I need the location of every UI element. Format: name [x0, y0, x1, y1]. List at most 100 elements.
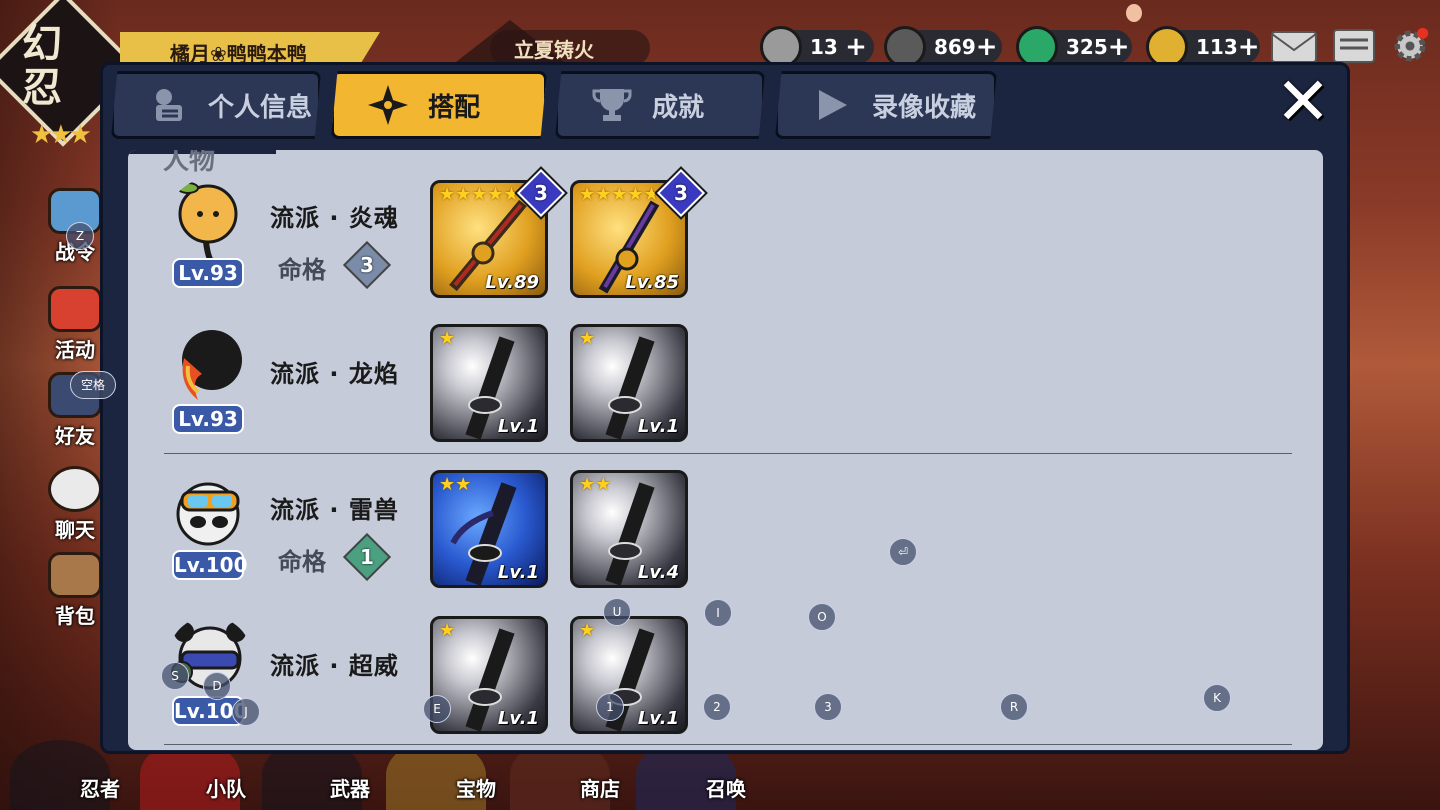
character-level-badge: Lv.93	[172, 404, 244, 434]
trophy-icon	[592, 85, 632, 125]
side-nav-label: 好友	[55, 424, 95, 448]
weapon-level: Lv.89	[485, 272, 539, 293]
destiny-rank-badge[interactable]: 3	[342, 240, 392, 290]
tab-label: 成就	[652, 92, 705, 123]
currency-value: 113	[1196, 35, 1238, 59]
key-hint-u[interactable]: U	[603, 598, 631, 626]
tab-profile[interactable]: 个人信息	[111, 71, 321, 139]
weapon-level: Lv.4	[637, 562, 679, 583]
key-hint-3[interactable]: 3	[814, 693, 842, 721]
weapon-slot[interactable]: ★ Lv.1	[570, 616, 688, 734]
play-icon	[812, 85, 852, 125]
tab-replays[interactable]: 录像收藏	[775, 71, 997, 139]
character-school: 流派 · 龙焰	[270, 360, 399, 388]
key-hint-r[interactable]: R	[1000, 693, 1028, 721]
game-logo-text: 幻忍	[22, 20, 62, 111]
weapon-level: Lv.1	[637, 708, 679, 729]
tab-label: 个人信息	[208, 92, 313, 123]
weapon-rank-value: 3	[674, 180, 688, 205]
mail-icon[interactable]	[1270, 26, 1318, 66]
tab-achievements[interactable]: 成就	[555, 71, 765, 139]
weapon-slot[interactable]: ★ Lv.1	[570, 324, 688, 442]
add-jade-button[interactable]: +	[1108, 34, 1130, 60]
destiny-label: 命格	[278, 548, 326, 576]
row-divider	[164, 453, 1292, 454]
weapon-level: Lv.85	[625, 272, 679, 293]
bag-icon	[48, 552, 102, 598]
character-level-badge: Lv.93	[172, 258, 244, 288]
currency-scroll: 13 +	[760, 26, 874, 68]
weapon-rank-value: 3	[534, 180, 548, 205]
weapon-level: Lv.1	[497, 562, 539, 583]
add-scroll-button[interactable]: +	[844, 34, 868, 60]
panda-goggles-avatar[interactable]	[168, 470, 252, 554]
currency-gold-key: 113 +	[1146, 26, 1260, 68]
currency-jade: 325 +	[1016, 26, 1132, 68]
row-divider	[164, 744, 1292, 745]
add-coin-button[interactable]: +	[976, 34, 998, 60]
side-nav-chat[interactable]: 聊天	[46, 466, 104, 543]
destiny-rank-value: 3	[360, 252, 374, 277]
key-hint-2[interactable]: 2	[703, 693, 731, 721]
bottom-nav-squad[interactable]: 小队	[206, 773, 246, 802]
side-nav-label: 背包	[55, 604, 95, 628]
weapon-slot[interactable]: ★ Lv.1	[430, 324, 548, 442]
settings-gear-icon[interactable]	[1388, 26, 1432, 66]
side-nav-label: 聊天	[55, 518, 95, 542]
key-hint-1[interactable]: 1	[596, 693, 624, 721]
key-hint-enter[interactable]: ⏎	[889, 538, 917, 566]
loadout-content: 人物 Lv.93 流派 · 炎魂 命格 3 ★★★★★ Lv.89 3 ★★★★…	[128, 150, 1323, 750]
character-row: Lv.93 流派 · 炎魂 命格 3 ★★★★★ Lv.89 3 ★★★★★ L…	[128, 168, 1323, 310]
character-level-badge: Lv.100	[172, 550, 248, 580]
tab-label: 录像收藏	[872, 92, 977, 123]
character-row: Lv.93 流派 · 龙焰 ★ Lv.1 ★ Lv.1	[128, 316, 1323, 456]
bottom-nav-summon[interactable]: 召唤	[706, 773, 746, 802]
weapon-slot[interactable]: ★★ Lv.4	[570, 470, 688, 588]
bottom-nav-shop[interactable]: 商店	[580, 773, 620, 802]
background-moon	[1126, 4, 1142, 22]
key-hint-i[interactable]: I	[704, 599, 732, 627]
currency-value: 13	[810, 35, 838, 59]
key-hint-space[interactable]: 空格	[70, 371, 116, 399]
weapon-level: Lv.1	[497, 708, 539, 729]
close-button[interactable]: ✕	[1268, 69, 1338, 135]
key-hint-z[interactable]: Z	[66, 222, 94, 250]
character-row: Lv.100 流派 · 超威 ★ Lv.1 ★ Lv.1	[128, 608, 1323, 748]
key-hint-j[interactable]: J	[232, 698, 260, 726]
character-row: Lv.100 流派 · 雷兽 命格 1 ★★ Lv.1 ★★ Lv.4	[128, 462, 1323, 602]
destiny-rank-value: 1	[360, 544, 374, 569]
currency-coin: 869 +	[884, 26, 1002, 68]
chat-bubble-icon	[48, 466, 102, 512]
notice-board-icon[interactable]	[1330, 26, 1378, 66]
side-nav-label: 活动	[55, 338, 95, 362]
currency-value: 325	[1066, 35, 1108, 59]
orange-ninja-avatar[interactable]	[168, 178, 252, 262]
destiny-label: 命格	[278, 256, 326, 284]
character-school: 流派 · 超威	[270, 652, 399, 680]
bottom-nav-weapon[interactable]: 武器	[330, 773, 370, 802]
black-ninja-avatar[interactable]	[168, 324, 252, 408]
torii-gate-icon	[48, 286, 102, 332]
key-hint-s[interactable]: S	[161, 662, 189, 690]
player-name-banner[interactable]: 橘月❀鸭鸭本鸭	[120, 32, 380, 66]
tab-loadout[interactable]: 搭配	[331, 71, 547, 139]
bottom-nav-ninja[interactable]: 忍者	[80, 773, 120, 802]
key-hint-d[interactable]: D	[203, 672, 231, 700]
key-hint-k[interactable]: K	[1203, 684, 1231, 712]
key-hint-e[interactable]: E	[423, 695, 451, 723]
key-hint-o[interactable]: O	[808, 603, 836, 631]
destiny-rank-badge[interactable]: 1	[342, 532, 392, 582]
character-school: 流派 · 炎魂	[270, 204, 399, 232]
side-nav-bag[interactable]: 背包	[46, 552, 104, 629]
weapon-level: Lv.1	[497, 416, 539, 437]
weapon-slot[interactable]: ★★ Lv.1	[430, 470, 548, 588]
bottom-nav-treasure[interactable]: 宝物	[456, 773, 496, 802]
profile-icon	[148, 85, 188, 125]
event-banner[interactable]: 立夏铸火	[490, 30, 650, 66]
side-nav-events[interactable]: 活动	[46, 286, 104, 363]
weapon-level: Lv.1	[637, 416, 679, 437]
loadout-dialog: 个人信息 搭配 成就 录像收藏 ✕ 人物 Lv.93 流派 · 炎魂 命格 3 …	[100, 62, 1350, 754]
add-gold-key-button[interactable]: +	[1238, 34, 1260, 60]
logo-stars: ★★★	[30, 120, 92, 150]
shuriken-icon	[368, 85, 408, 125]
